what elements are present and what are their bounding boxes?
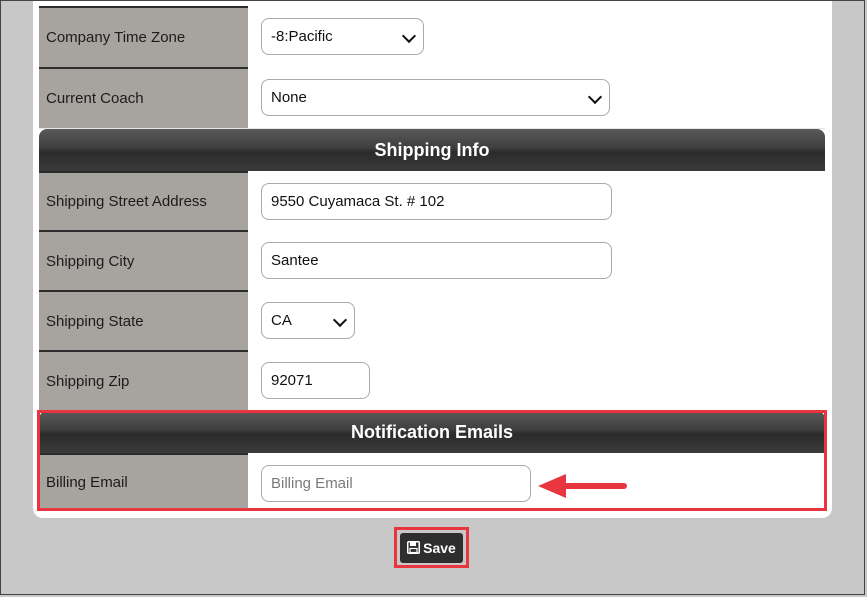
billing-email-input[interactable]: Billing Email (261, 465, 531, 502)
row-shipping-street: Shipping Street Address 9550 Cuyamaca St… (39, 171, 825, 231)
row-current-coach: Current Coach None (39, 67, 825, 129)
company-time-zone-value: -8:Pacific (271, 28, 333, 45)
current-coach-label: Current Coach (39, 67, 248, 128)
shipping-state-select[interactable]: CA (261, 302, 355, 339)
row-shipping-state: Shipping State CA (39, 290, 825, 351)
shipping-street-label: Shipping Street Address (39, 171, 248, 230)
shipping-info-header: Shipping Info (39, 129, 825, 171)
shipping-zip-label: Shipping Zip (39, 350, 248, 410)
chevron-down-icon (587, 89, 603, 104)
shipping-street-value: 9550 Cuyamaca St. # 102 (271, 193, 445, 210)
billing-email-placeholder: Billing Email (271, 475, 353, 492)
current-coach-select[interactable]: None (261, 79, 610, 116)
notification-emails-header: Notification Emails (39, 411, 825, 453)
shipping-city-value: Santee (271, 252, 319, 269)
save-button[interactable]: Save (400, 532, 463, 563)
chevron-down-icon (332, 312, 348, 327)
shipping-city-input[interactable]: Santee (261, 242, 612, 279)
company-time-zone-select[interactable]: -8:Pacific (261, 18, 424, 55)
shipping-city-label: Shipping City (39, 230, 248, 290)
shipping-state-label: Shipping State (39, 290, 248, 350)
shipping-state-value: CA (271, 312, 292, 329)
save-label: Save (423, 539, 456, 556)
chevron-down-icon (401, 28, 417, 43)
shipping-street-input[interactable]: 9550 Cuyamaca St. # 102 (261, 183, 612, 220)
row-billing-email: Billing Email Billing Email (39, 453, 825, 509)
current-coach-value: None (271, 89, 307, 106)
shipping-zip-input[interactable]: 92071 (261, 362, 370, 399)
floppy-disk-icon (407, 541, 421, 554)
billing-email-label: Billing Email (39, 453, 248, 509)
save-highlight: Save (394, 527, 469, 568)
row-shipping-zip: Shipping Zip 92071 (39, 350, 825, 411)
shipping-zip-value: 92071 (271, 372, 313, 389)
row-company-time-zone: Company Time Zone -8:Pacific (39, 6, 825, 68)
row-shipping-city: Shipping City Santee (39, 230, 825, 291)
arrow-left-icon (538, 474, 627, 498)
company-time-zone-label: Company Time Zone (39, 6, 248, 67)
